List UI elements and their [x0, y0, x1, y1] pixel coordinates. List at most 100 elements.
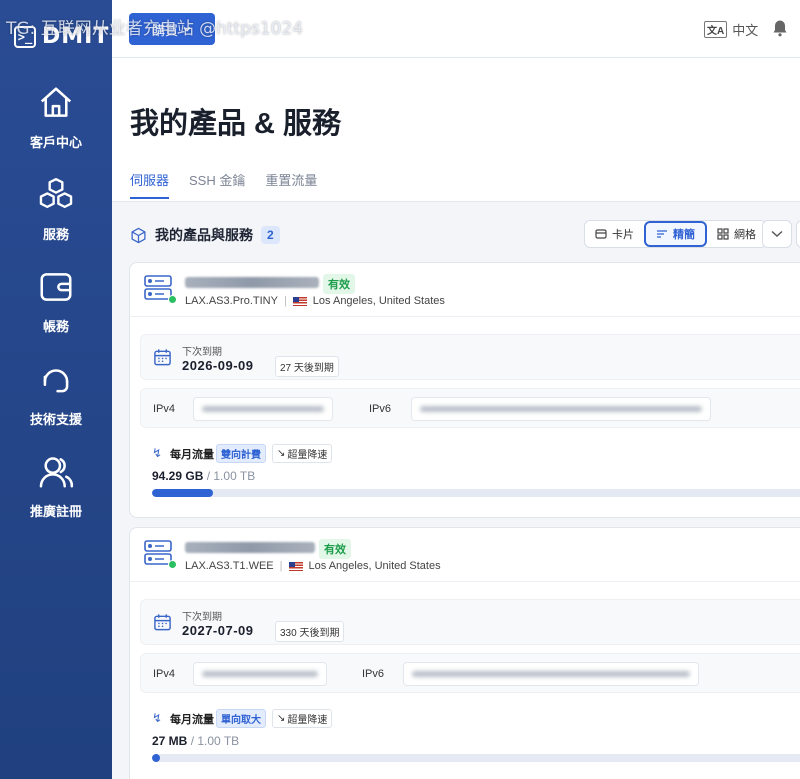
ipv4-label: IPv4 — [153, 403, 176, 415]
view-compact-button[interactable]: 精簡 — [644, 221, 707, 247]
expiry-box: 下次到期 2026-09-09 27 天後到期 — [140, 334, 800, 380]
overage-label: 超量降速 — [287, 715, 328, 726]
expiry-date: 2027-07-09 — [182, 623, 254, 638]
overage-badge: ↘ 超量降速 — [272, 709, 333, 728]
chevron-down-icon — [771, 230, 783, 237]
watermark-text: TG: 互联网从业者充电站 @https1024 — [6, 19, 304, 39]
ipv6-label: IPv6 — [369, 403, 392, 415]
overage-badge: ↘ 超量降速 — [272, 444, 333, 463]
sidebar-item-billing[interactable]: 帳務 — [0, 268, 112, 335]
traffic-usage: 94.29 GB / 1.00 TB — [152, 469, 255, 483]
service-card[interactable]: 有效 LAX.AS3.T1.WEE | Los Angeles, United … — [129, 527, 800, 779]
ipv4-value-redacted[interactable] — [193, 662, 327, 686]
ipv6-value-redacted[interactable] — [403, 662, 699, 686]
service-name-redacted — [185, 277, 319, 288]
ipv6-value-redacted[interactable] — [411, 397, 711, 421]
tab-ssh-keys[interactable]: SSH 金鑰 — [189, 170, 245, 199]
cubes-icon — [39, 177, 73, 209]
language-label: 中文 — [732, 23, 759, 38]
wallet-icon — [40, 273, 72, 301]
translate-icon: 文A — [704, 21, 728, 38]
us-flag-icon — [288, 561, 303, 571]
service-card[interactable]: 有效 LAX.AS3.Pro.TINY | Los Angeles, Unite… — [129, 262, 800, 518]
traffic-mode-badge: 單向取大 — [216, 709, 266, 728]
cube-icon — [131, 227, 146, 243]
ipv4-label: IPv4 — [153, 668, 176, 680]
traffic-box: ↯ 每月流量 單向取大 ↘ 超量降速 27 MB / 1.00 TB — [140, 701, 800, 773]
traffic-progress-fill — [152, 489, 214, 497]
traffic-used: 27 MB — [152, 734, 188, 748]
traffic-progress-bar — [152, 754, 800, 762]
expiry-date: 2026-09-09 — [182, 358, 254, 373]
view-grid-button[interactable]: 網格 — [707, 221, 766, 247]
plan-name: LAX.AS3.Pro.TINY — [185, 295, 278, 307]
section-header: 我的產品與服務 2 — [130, 225, 280, 245]
service-count-badge: 2 — [261, 226, 280, 244]
status-online-dot — [168, 560, 177, 569]
view-compact-label: 精簡 — [673, 229, 695, 241]
traffic-used: 94.29 GB — [152, 469, 204, 483]
sidebar-item-label: 推廣註冊 — [29, 504, 82, 519]
ipv6-label: IPv6 — [362, 668, 385, 680]
expiry-label: 下次到期 — [182, 347, 222, 358]
page-header: 我的產品 & 服務 伺服器 SSH 金鑰 重置流量 — [112, 58, 800, 202]
service-card-header: 有效 LAX.AS3.Pro.TINY | Los Angeles, Unite… — [130, 263, 800, 317]
sidebar-item-client-center[interactable]: 客戶中心 — [0, 84, 112, 151]
section-title: 我的產品與服務 — [155, 227, 253, 243]
ipv4-value-redacted[interactable] — [193, 397, 333, 421]
plan-name: LAX.AS3.T1.WEE — [185, 560, 274, 572]
traffic-box: ↯ 每月流量 雙向計費 ↘ 超量降速 94.29 GB / 1.00 TB — [140, 436, 800, 508]
page-title: 我的產品 & 服務 — [130, 108, 342, 140]
trend-down-icon: ↘ — [277, 448, 286, 459]
sidebar-item-referral[interactable]: 推廣註冊 — [0, 453, 112, 520]
us-flag-icon — [292, 296, 307, 306]
service-name-redacted — [185, 542, 315, 553]
sidebar-item-label: 帳務 — [42, 319, 69, 334]
sidebar-item-support[interactable]: 技術支援 — [0, 361, 112, 428]
divider: | — [279, 560, 283, 572]
traffic-mode-badge: 雙向計費 — [216, 444, 266, 463]
traffic-total: / 1.00 TB — [190, 734, 240, 748]
days-left-badge: 330 天後到期 — [275, 621, 345, 642]
list-view-icon — [657, 230, 667, 238]
traffic-label: 每月流量 — [170, 449, 214, 461]
ip-box: IPv4 IPv6 — [140, 653, 800, 693]
tab-reset-traffic[interactable]: 重置流量 — [265, 170, 317, 199]
plan-line: LAX.AS3.Pro.TINY | Los Angeles, United S… — [185, 295, 445, 307]
calendar-icon — [154, 349, 171, 366]
language-switcher[interactable]: 文A 中文 — [704, 20, 758, 39]
status-badge: 有效 — [319, 539, 351, 559]
view-grid-label: 網格 — [734, 229, 756, 241]
sidebar-item-services[interactable]: 服務 — [0, 176, 112, 243]
tab-servers[interactable]: 伺服器 — [130, 170, 170, 199]
more-options-button[interactable] — [796, 220, 800, 248]
traffic-icon: ↯ — [152, 711, 163, 725]
bell-icon[interactable] — [772, 19, 788, 37]
card-view-icon — [595, 229, 607, 239]
collapse-button[interactable] — [762, 220, 792, 248]
home-icon — [40, 87, 72, 117]
sidebar-item-label: 技術支援 — [29, 412, 82, 427]
traffic-progress-fill — [152, 754, 160, 762]
service-card-header: 有效 LAX.AS3.T1.WEE | Los Angeles, United … — [130, 528, 800, 582]
days-left-badge: 27 天後到期 — [275, 356, 339, 377]
status-badge: 有效 — [323, 274, 355, 294]
view-card-button[interactable]: 卡片 — [585, 221, 644, 247]
headset-icon — [43, 369, 69, 393]
status-online-dot — [168, 295, 177, 304]
sidebar: >_ DMIT 客戶中心 服務 帳務 技術支援 推廣註冊 — [0, 0, 112, 779]
expiry-box: 下次到期 2027-07-09 330 天後到期 — [140, 599, 800, 645]
divider: | — [283, 295, 287, 307]
traffic-icon: ↯ — [152, 446, 163, 460]
location: Los Angeles, United States — [312, 295, 445, 307]
sidebar-item-label: 服務 — [42, 227, 69, 242]
calendar-icon — [154, 614, 171, 631]
traffic-progress-bar — [152, 489, 800, 497]
users-icon — [39, 457, 74, 488]
tab-bar: 伺服器 SSH 金鑰 重置流量 — [130, 170, 317, 199]
ip-box: IPv4 IPv6 — [140, 388, 800, 428]
location: Los Angeles, United States — [308, 560, 441, 572]
plan-line: LAX.AS3.T1.WEE | Los Angeles, United Sta… — [185, 560, 441, 572]
trend-down-icon: ↘ — [277, 713, 286, 724]
view-card-label: 卡片 — [612, 229, 634, 241]
